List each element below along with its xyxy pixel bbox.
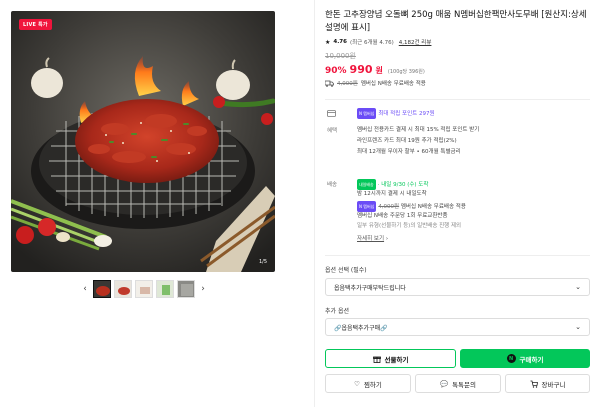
add-option-label: 추가 옵션: [325, 308, 349, 315]
benefits-label: 혜택: [327, 128, 338, 134]
shipping-line-4: 멤버십 N배송 주문당 1회 무료교환반품: [357, 213, 448, 219]
add-option-select[interactable]: 🔗옵음택추가구매🔗 ⌄: [325, 318, 590, 336]
option-select[interactable]: 옵음택추가구매부탁드립니다 ⌄: [325, 278, 590, 296]
tomorrow-badge: 내일배송: [357, 179, 376, 190]
shipping-more[interactable]: 자세히 보기 ›: [357, 235, 388, 244]
food-photo: [11, 11, 275, 272]
talk-button[interactable]: 💬 톡톡문의: [415, 374, 501, 393]
review-count-link[interactable]: 4,182건 리뷰: [399, 38, 432, 46]
shipping-row-3: N 멤버십 4,000원 멤버십 N배송 무료배송 적용: [357, 201, 466, 212]
membership-badge-2: N 멤버십: [357, 201, 377, 212]
chat-icon: 💬: [439, 379, 449, 388]
cart-button-label: 장바구니: [541, 380, 566, 389]
thumbnail-2[interactable]: [114, 280, 132, 298]
talk-button-label: 톡톡문의: [452, 380, 476, 389]
product-page: LIVE 특가 1/5 ‹ › 한돈 고추장양념 오돌뼈 250g 매움 N멤버…: [0, 0, 600, 407]
gift-icon: [372, 356, 381, 363]
option-label: 옵션 선택 (필수): [325, 267, 367, 274]
thumbnail-5[interactable]: [177, 280, 195, 298]
product-title: 한돈 고추장양념 오돌뼈 250g 매움 N멤버십한팩만사도무배 [원산지:상세…: [325, 10, 587, 33]
price-row: 90% 990 원 (100g당 396원): [325, 63, 425, 76]
buy-button-label: 구매하기: [519, 355, 544, 364]
rating-row: ★ 4.76 (최근 6개월 4.76) 4,182건 리뷰: [325, 38, 432, 47]
chevron-down-icon: ⌄: [575, 323, 581, 331]
points-text: 최대 적립 포인트 297원: [378, 111, 435, 117]
image-counter: 1/5: [258, 259, 267, 265]
wish-button[interactable]: ♡ 찜하기: [325, 374, 411, 393]
points-label-icon: [327, 110, 336, 119]
naver-pay-icon: N: [506, 354, 516, 363]
rating-value: 4.76: [333, 39, 347, 45]
sale-price: 990: [349, 63, 373, 76]
unit-price: (100g당 396원): [387, 69, 425, 75]
shipping-line-2: 밤 12시까지 결제 시 내일도착: [357, 191, 427, 197]
benefit-line-3: 최대 12개월 무이자 할부 • 60개월 특별금리: [357, 149, 461, 155]
membership-badge: N 멤버십: [357, 108, 377, 119]
benefit-line-2: 라인프렌즈 카드 최대 19원 추가 적립(2%): [357, 138, 457, 144]
gift-button-label: 선물하기: [384, 355, 409, 364]
shipping-row-1: 내일배송 · 내일 9/30 (수) 도착: [357, 179, 428, 190]
points-row: N 멤버십 최대 적립 포인트 297원: [357, 108, 435, 119]
coin-icon: [327, 110, 336, 117]
add-option-value: 🔗옵음택추가구매🔗: [334, 324, 388, 332]
arrival-text: · 내일 9/30 (수) 도착: [377, 182, 429, 188]
shipping-strike: 4,000원: [378, 204, 400, 210]
live-sale-badge: LIVE 특가: [19, 19, 52, 30]
heart-icon: ♡: [354, 379, 360, 388]
truck-icon: [325, 80, 334, 87]
thumbnail-3[interactable]: [135, 280, 153, 298]
thumbnail-strip: ‹ ›: [80, 280, 208, 298]
member-shipping-row: 4,000원 멤버십 N배송 무료배송 적용: [325, 79, 426, 87]
shipping-label: 배송: [327, 182, 338, 188]
divider: [325, 99, 590, 100]
thumbnail-1[interactable]: [93, 280, 111, 298]
discount-rate: 90%: [325, 66, 347, 76]
shipping-line-3: 멤버십 N배송 무료배송 적용: [400, 204, 466, 210]
cart-button[interactable]: 장바구니: [505, 374, 590, 393]
product-main-image[interactable]: LIVE 특가 1/5: [11, 11, 275, 272]
thumbnail-4[interactable]: [156, 280, 174, 298]
gift-button[interactable]: 선물하기: [325, 349, 456, 368]
chevron-down-icon: ⌄: [575, 283, 581, 291]
option-select-value: 옵음택추가구매부탁드립니다: [334, 284, 406, 292]
wish-button-label: 찜하기: [363, 380, 382, 389]
member-shipping-text: 멤버십 N배송 무료배송 적용: [360, 81, 426, 87]
price-currency: 원: [375, 66, 383, 75]
cart-icon: [530, 380, 538, 388]
details-link[interactable]: 자세히 보기: [357, 236, 384, 242]
rating-detail: (최근 6개월 4.76): [349, 40, 394, 46]
star-icon: ★: [325, 38, 331, 46]
chevron-left-icon[interactable]: ‹: [80, 284, 90, 294]
buy-button[interactable]: N 구매하기: [460, 349, 590, 368]
chevron-right-icon[interactable]: ›: [198, 284, 208, 294]
divider: [325, 255, 590, 256]
member-strike-price: 4,000원: [337, 81, 358, 87]
chevron-right-icon: ›: [385, 236, 389, 242]
shipping-line-5: 일부 유형(선물하기 등)의 일반배송 진행 제외: [357, 223, 462, 229]
benefit-line-1: 멤버십 전용카드 결제 시 최대 15% 적립 포인트 받기: [357, 127, 480, 133]
column-divider: [314, 0, 315, 407]
original-price: 10,000원: [325, 52, 356, 60]
